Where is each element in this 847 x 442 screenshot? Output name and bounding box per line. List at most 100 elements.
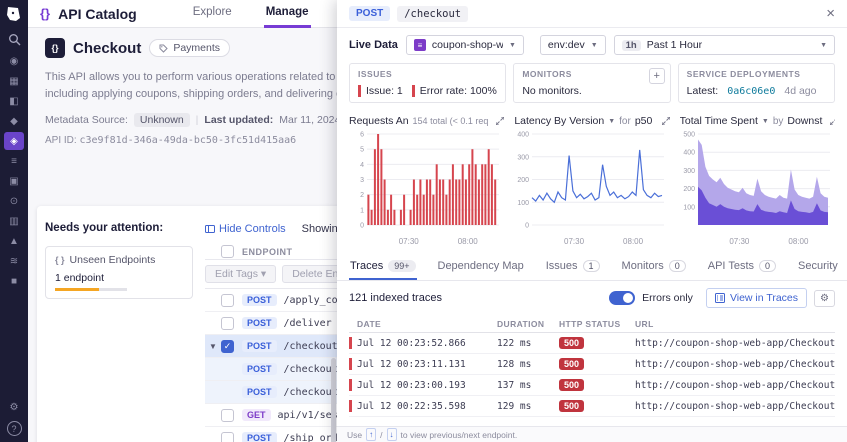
chart-subtitle: 154 total (< 0.1 req/s) xyxy=(412,116,489,126)
endpoint-column-header[interactable]: ENDPOINT xyxy=(242,247,293,257)
issues-title: ISSUES xyxy=(358,69,393,79)
chart-plot[interactable]: 0 100 200 300 400 xyxy=(514,130,665,234)
chart-x-axis: 07:30 08:00 xyxy=(564,237,644,246)
watchdog-icon[interactable]: ◉ xyxy=(4,52,24,70)
unseen-count: 1 endpoint xyxy=(55,272,105,284)
chart-metric[interactable]: Downst xyxy=(787,115,822,127)
row-checkbox[interactable] xyxy=(221,408,234,422)
synthetics-icon[interactable]: ⊙ xyxy=(4,192,24,210)
help-icon[interactable]: ? xyxy=(6,421,22,436)
tab-issues[interactable]: Issues 1 xyxy=(545,253,601,280)
trace-row[interactable]: Jul 12 00:23:11.131 128 ms 500 http://coupo… xyxy=(349,354,835,375)
deployment-version[interactable]: 0a6c06e0 xyxy=(727,86,775,97)
method-badge: GET xyxy=(242,409,271,421)
scrollbar-thumb[interactable] xyxy=(331,358,336,442)
metrics-icon[interactable]: ▦ xyxy=(4,72,24,90)
infrastructure-icon[interactable]: ◧ xyxy=(4,92,24,110)
datadog-logo[interactable] xyxy=(5,5,23,23)
row-checkbox[interactable]: ✓ xyxy=(221,339,234,353)
chevron-down-icon: ▼ xyxy=(820,41,827,49)
page-title: API Catalog xyxy=(58,5,137,22)
chart-metric[interactable]: p50 xyxy=(635,115,653,127)
tab-api-tests[interactable]: API Tests 0 xyxy=(707,253,777,280)
column-header-http-status[interactable]: HTTP STATUS xyxy=(559,319,635,329)
trace-url: http://coupon-shop-web-app/Checkout xyxy=(635,358,835,370)
view-in-traces-button[interactable]: View in Traces xyxy=(705,288,808,308)
endpoint-path: /checkout xyxy=(283,363,338,375)
svg-text:400: 400 xyxy=(683,150,695,157)
logs-icon[interactable]: ≡ xyxy=(4,152,24,170)
close-icon[interactable]: × xyxy=(826,6,835,21)
apm-icon[interactable]: ◈ xyxy=(4,132,24,150)
endpoint-path: api/v1/ses xyxy=(277,409,338,421)
search-icon[interactable] xyxy=(8,33,21,46)
row-checkbox[interactable] xyxy=(221,316,234,330)
settings-icon[interactable]: ⚙ xyxy=(4,398,24,416)
hide-controls-link[interactable]: Hide Controls xyxy=(205,223,286,235)
trace-row[interactable]: Jul 12 00:23:52.866 122 ms 500 http://coupo… xyxy=(349,333,835,354)
chevron-down-icon[interactable]: ▼ xyxy=(205,342,221,351)
svg-text:2: 2 xyxy=(360,192,364,199)
select-all-checkbox[interactable] xyxy=(221,245,234,258)
error-rate[interactable]: Error rate: 100% xyxy=(411,85,497,97)
chevron-down-icon: ▼ xyxy=(761,117,769,125)
svg-text:0: 0 xyxy=(525,223,529,230)
expand-icon[interactable] xyxy=(496,117,505,125)
tab-manage[interactable]: Manage xyxy=(263,0,311,28)
hostmap-icon[interactable]: ◆ xyxy=(4,112,24,130)
error-indicator-bar xyxy=(349,400,352,412)
column-header-date[interactable]: DATE xyxy=(349,319,497,329)
tag-icon xyxy=(159,44,169,53)
keyboard-hint: Use ↑ / ↓ to view previous/next endpoint… xyxy=(337,426,847,442)
svg-text:300: 300 xyxy=(518,154,530,161)
trace-url: http://coupon-shop-web-app/Checkout xyxy=(635,400,835,412)
column-header-duration[interactable]: DURATION xyxy=(497,319,559,329)
edit-tags-button[interactable]: Edit Tags ▾ xyxy=(205,265,277,283)
security-icon[interactable]: ▣ xyxy=(4,172,24,190)
gear-icon[interactable]: ⚙ xyxy=(814,289,835,307)
payments-tag[interactable]: Payments xyxy=(149,39,231,57)
monitors-title: MONITORS xyxy=(522,69,572,79)
tab-explore[interactable]: Explore xyxy=(191,0,234,28)
panel-tabs: Traces 99+ Dependency Map Issues 1 Monitors 0 A… xyxy=(337,253,847,281)
expand-icon[interactable] xyxy=(830,117,835,125)
row-checkbox[interactable] xyxy=(221,293,234,307)
arrow-up-key: ↑ xyxy=(366,428,377,441)
trace-row[interactable]: Jul 12 00:22:35.598 129 ms 500 http://coupo… xyxy=(349,396,835,417)
row-checkbox[interactable] xyxy=(221,431,234,442)
trace-row[interactable]: Jul 12 00:23:00.193 137 ms 500 http://coupo… xyxy=(349,375,835,396)
tab-traces[interactable]: Traces 99+ xyxy=(349,253,417,280)
database-icon[interactable]: ≋ xyxy=(4,252,24,270)
time-range-select[interactable]: 1h Past 1 Hour ▼ xyxy=(613,35,835,55)
arrow-down-key: ↓ xyxy=(386,428,397,441)
tab-dependency-map[interactable]: Dependency Map xyxy=(437,253,525,280)
chart-title[interactable]: Requests An xyxy=(349,115,409,127)
service-select[interactable]: ≡ coupon-shop-web- ▼ xyxy=(405,35,524,55)
expand-icon[interactable] xyxy=(661,117,670,125)
integrations-icon[interactable]: ■ xyxy=(4,272,24,290)
chart-title[interactable]: Latency By Version xyxy=(514,115,604,127)
column-header-url[interactable]: URL xyxy=(635,319,835,329)
sidebar-icons: ◉ ▦ ◧ ◆ ◈ ≡ ▣ ⊙ ▥ ▲ ≋ ■ xyxy=(4,52,24,398)
chart-plot[interactable]: 0 1 2 3 4 5 6 xyxy=(349,130,499,234)
http-status-badge: 500 xyxy=(559,399,585,412)
tab-security[interactable]: Security xyxy=(797,253,839,280)
issue-count[interactable]: Issue: 1 xyxy=(358,85,403,97)
deployments-title: SERVICE DEPLOYMENTS xyxy=(686,69,801,79)
chart-latency-by-version: Latency By Version ▼ for p50 0 100 200 300 400 07… xyxy=(514,112,670,248)
chart-plot[interactable]: 100 200 300 400 500 xyxy=(680,130,830,234)
rum-icon[interactable]: ▥ xyxy=(4,212,24,230)
add-monitor-button[interactable]: + xyxy=(648,68,665,84)
errors-only-toggle[interactable] xyxy=(609,291,636,305)
tab-monitors[interactable]: Monitors 0 xyxy=(621,253,687,280)
svg-text:500: 500 xyxy=(683,132,695,139)
summary-cards: ISSUES Issue: 1 Error rate: 100% MONITOR… xyxy=(337,61,847,110)
chart-title[interactable]: Total Time Spent xyxy=(680,115,758,127)
unseen-endpoints-card[interactable]: { } Unseen Endpoints 1 endpoint xyxy=(45,246,193,299)
http-status-badge: 500 xyxy=(559,357,585,370)
metadata-source-label: Metadata Source: xyxy=(45,114,128,126)
http-status-badge: 500 xyxy=(559,378,585,391)
env-select[interactable]: env:dev ▼ xyxy=(539,35,606,55)
ci-icon[interactable]: ▲ xyxy=(4,232,24,250)
error-indicator-bar xyxy=(349,358,352,370)
